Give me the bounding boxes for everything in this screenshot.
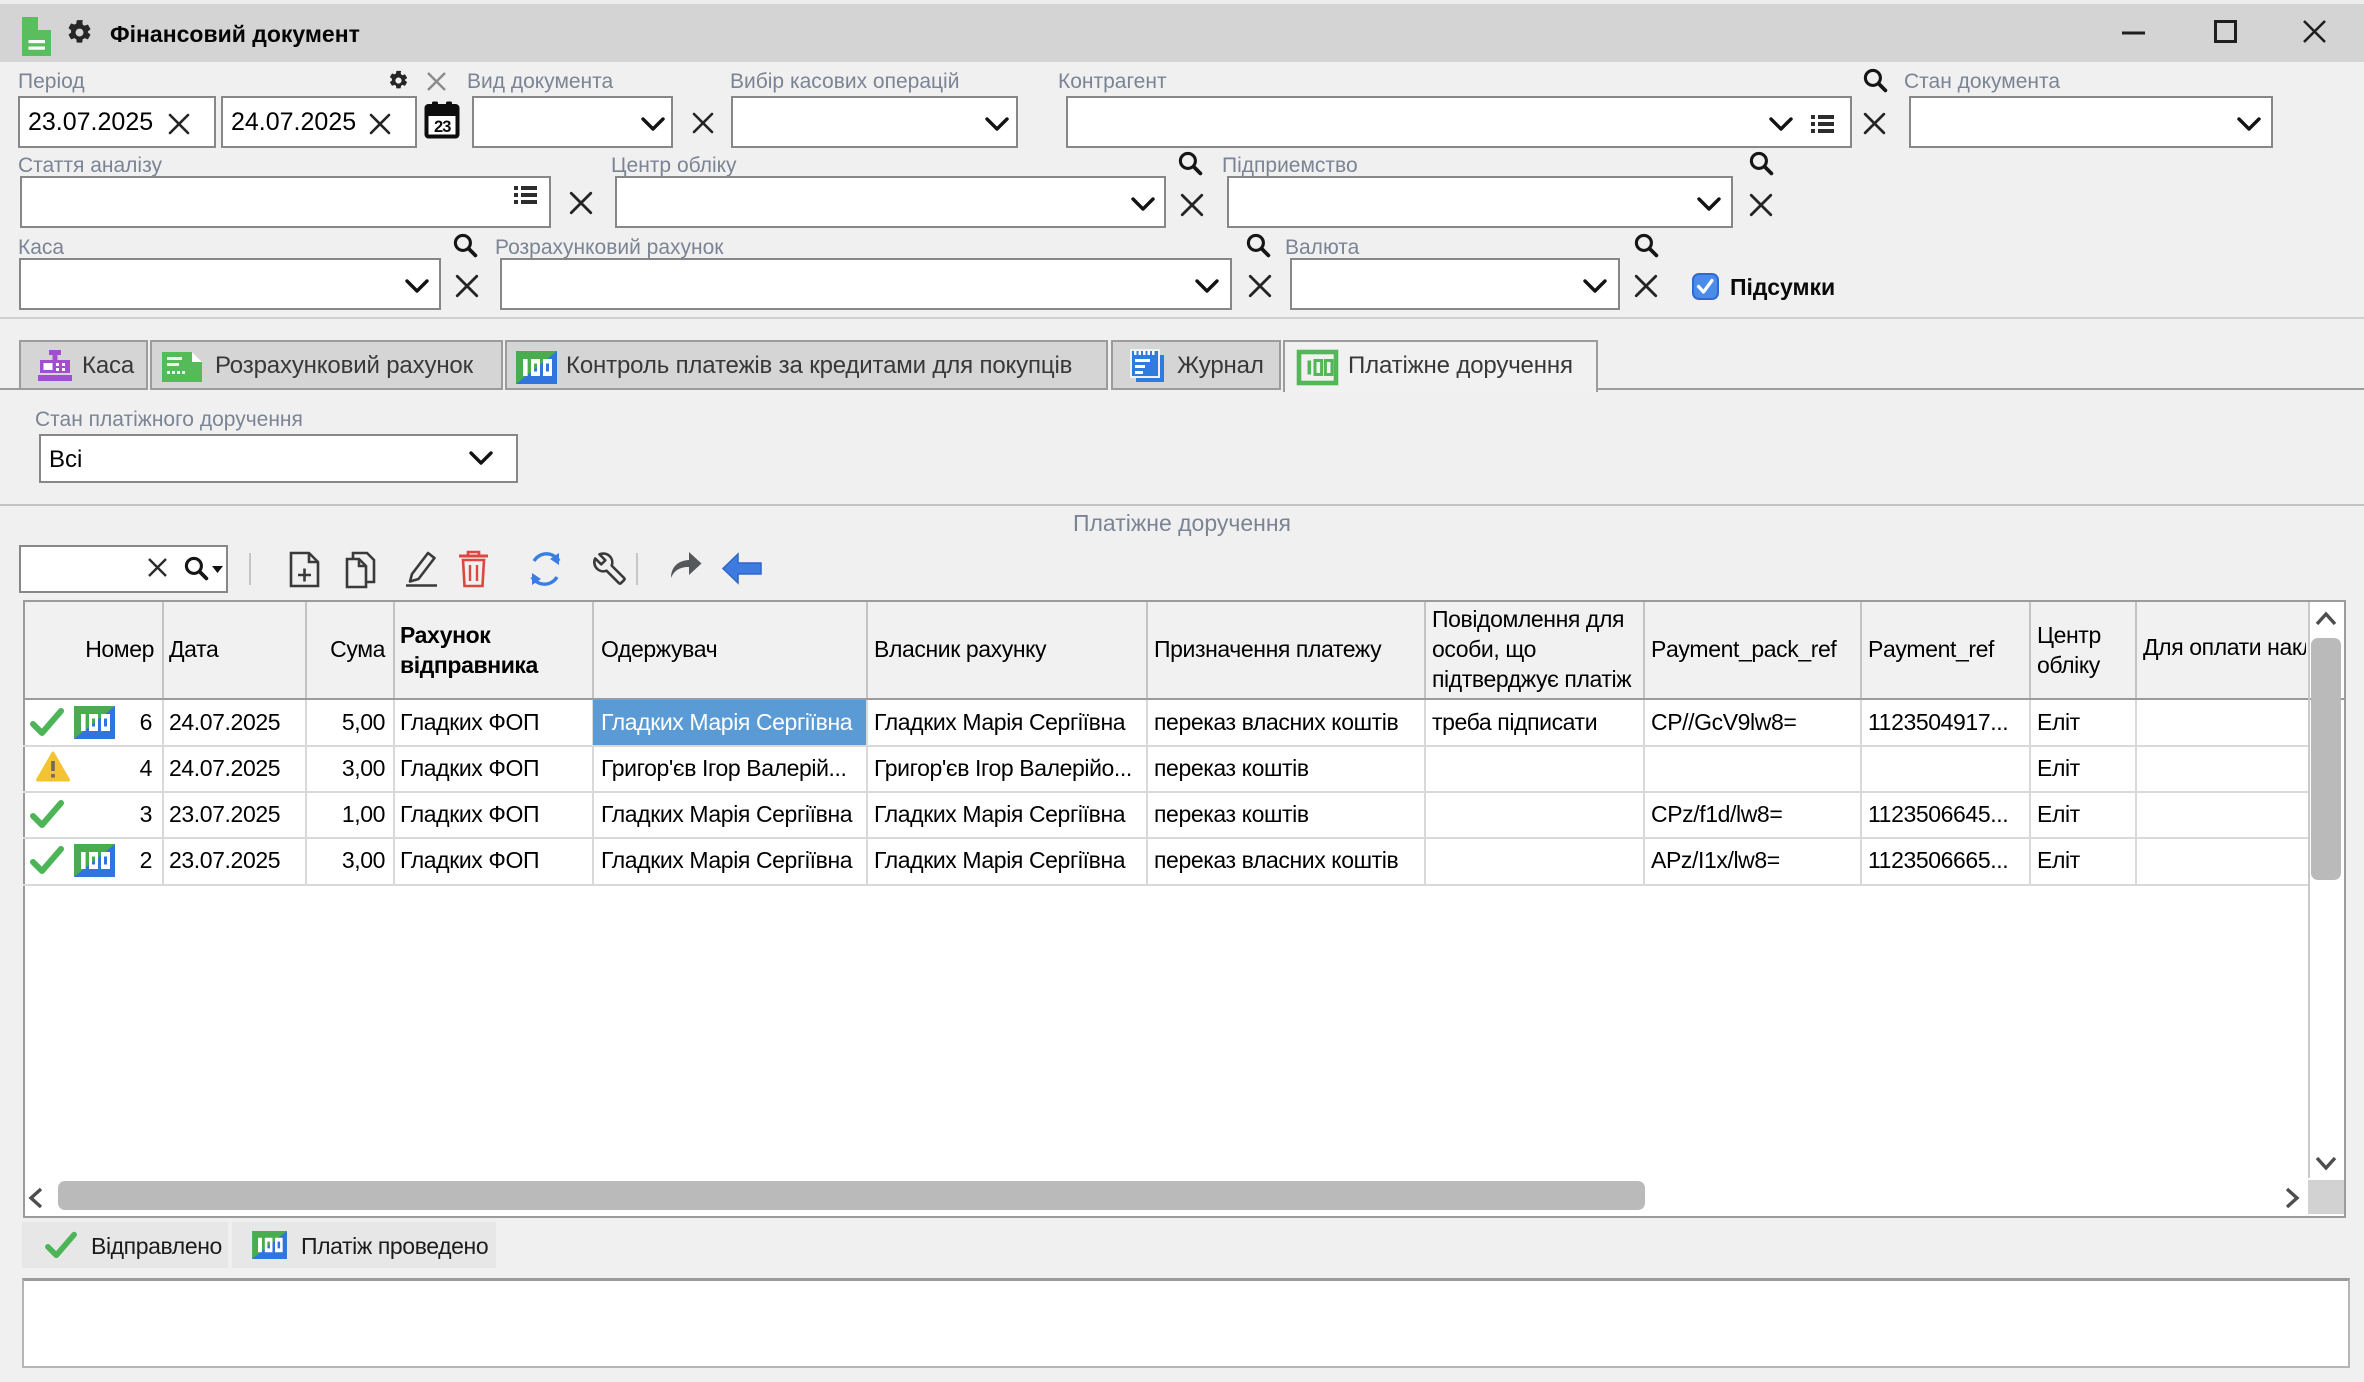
svg-text:23: 23	[434, 118, 451, 136]
